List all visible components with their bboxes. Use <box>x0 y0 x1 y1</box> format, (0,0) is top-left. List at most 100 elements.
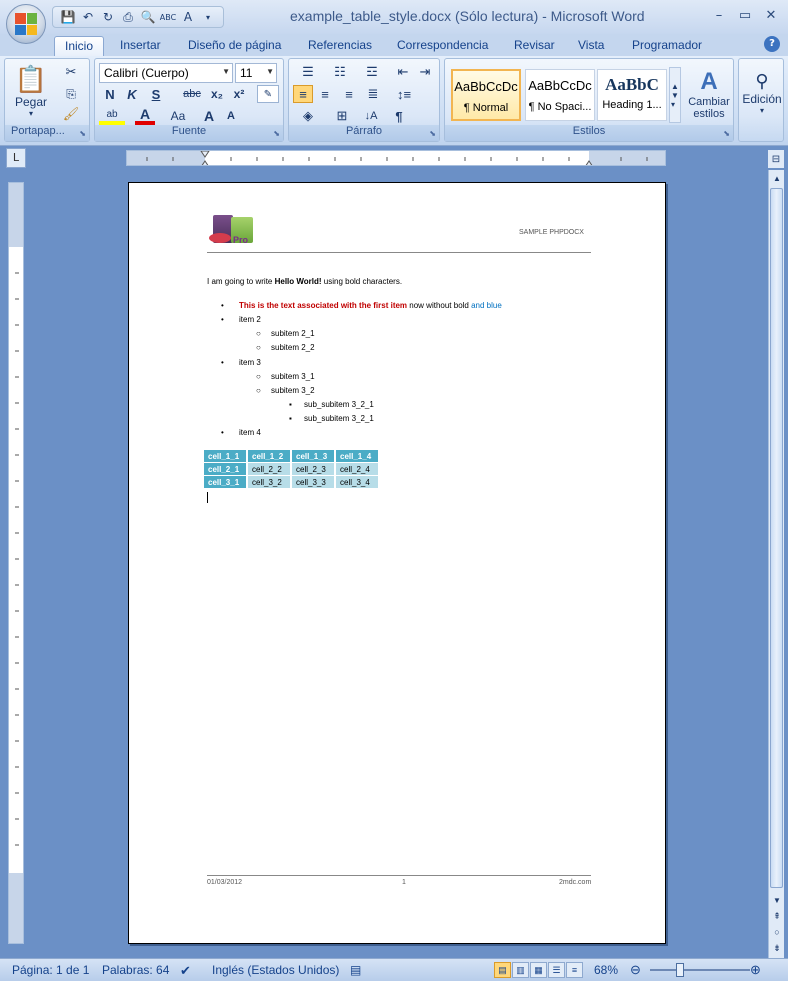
multilevel-list-icon[interactable]: ☲ <box>357 63 387 81</box>
draft-icon[interactable]: ≡ <box>566 962 583 978</box>
web-layout-icon[interactable]: ▦ <box>530 962 547 978</box>
tab-inicio[interactable]: Inicio <box>54 36 105 56</box>
print-icon[interactable]: ⎙ <box>119 8 137 26</box>
dialog-launcher-icon[interactable]: ⬊ <box>79 129 86 138</box>
show-marks-icon[interactable]: ¶ <box>389 107 409 125</box>
vertical-scrollbar[interactable]: ▲ ▼ ⇞ ○ ⇟ <box>768 170 784 958</box>
style-normal[interactable]: AaBbCcDc ¶ Normal <box>451 69 521 121</box>
align-center-icon[interactable]: ≡ <box>315 85 335 103</box>
table-cell[interactable]: cell_1_2 <box>248 450 290 463</box>
outline-icon[interactable]: ☰ <box>548 962 565 978</box>
spelling-icon[interactable]: ABC <box>159 8 177 26</box>
zoom-slider[interactable] <box>650 969 750 971</box>
page-count[interactable]: Página: 1 de 1 <box>12 963 89 977</box>
table-cell[interactable]: cell_1_1 <box>204 450 246 463</box>
format-painter-icon[interactable]: 🖌 <box>61 105 81 123</box>
browse-object-icon[interactable]: ○ <box>769 924 785 940</box>
shrink-font-button[interactable]: A <box>221 107 241 125</box>
italic-button[interactable]: K <box>123 85 141 103</box>
minimize-button[interactable]: – <box>706 4 732 26</box>
prev-page-icon[interactable]: ⇞ <box>769 908 785 924</box>
table-cell[interactable]: cell_2_3 <box>292 463 334 476</box>
style-no-spacing[interactable]: AaBbCcDc ¶ No Spaci... <box>525 69 595 121</box>
full-screen-reading-icon[interactable]: ▥ <box>512 962 529 978</box>
edit-button[interactable]: ⚲ Edición ▾ <box>741 63 783 123</box>
macro-record-icon[interactable]: ▤ <box>350 963 361 977</box>
tab-vista[interactable]: Vista <box>568 36 614 56</box>
table-cell[interactable]: cell_2_4 <box>336 463 378 476</box>
help-icon[interactable]: ? <box>764 36 780 52</box>
align-left-icon[interactable]: ≡ <box>293 85 313 103</box>
zoom-level[interactable]: 68% <box>594 963 618 977</box>
close-button[interactable]: ✕ <box>758 4 784 26</box>
format-icon[interactable]: A <box>179 8 197 26</box>
change-styles-button[interactable]: A Cambiar estilos <box>685 61 733 127</box>
dialog-launcher-icon[interactable]: ⬊ <box>723 129 730 138</box>
paste-button[interactable]: 📋 Pegar ▾ <box>11 61 51 121</box>
line-spacing-icon[interactable]: ↕≡ <box>389 85 419 103</box>
sort-icon[interactable]: ↓A <box>361 107 381 125</box>
zoom-slider-thumb[interactable] <box>676 963 684 977</box>
tab-revisar[interactable]: Revisar <box>504 36 565 56</box>
scroll-up-icon[interactable]: ▲ <box>769 170 785 186</box>
bullets-icon[interactable]: ☰ <box>293 63 323 81</box>
table-cell[interactable]: cell_3_1 <box>204 476 246 489</box>
style-heading1[interactable]: AaBbC Heading 1... <box>597 69 667 121</box>
shading-icon[interactable]: ◈ <box>293 107 323 125</box>
table-cell[interactable]: cell_3_3 <box>292 476 334 489</box>
word-count[interactable]: Palabras: 64 <box>102 963 169 977</box>
table-cell[interactable]: cell_3_4 <box>336 476 378 489</box>
proofing-icon[interactable]: ✔ <box>180 963 191 979</box>
grow-font-button[interactable]: A <box>199 107 219 125</box>
undo-icon[interactable]: ↶ <box>79 8 97 26</box>
scroll-thumb[interactable] <box>770 188 783 888</box>
view-ruler-toggle-icon[interactable]: ⊟ <box>768 150 784 168</box>
vertical-ruler[interactable] <box>8 182 24 944</box>
change-case-button[interactable]: Aa <box>165 107 191 125</box>
redo-icon[interactable]: ↻ <box>99 8 117 26</box>
table-cell[interactable]: cell_2_1 <box>204 463 246 476</box>
borders-icon[interactable]: ⊞ <box>327 107 357 125</box>
tab-programador[interactable]: Programador <box>622 36 712 56</box>
tab-referencias[interactable]: Referencias <box>298 36 382 56</box>
decrease-indent-icon[interactable]: ⇤ <box>393 63 413 81</box>
tab-correspondencia[interactable]: Correspondencia <box>387 36 498 56</box>
strikethrough-button[interactable]: abc <box>179 85 205 103</box>
table-cell[interactable]: cell_3_2 <box>248 476 290 489</box>
table-cell[interactable]: cell_1_4 <box>336 450 378 463</box>
underline-button[interactable]: S <box>147 85 165 103</box>
table-cell[interactable]: cell_1_3 <box>292 450 334 463</box>
horizontal-ruler[interactable] <box>126 150 666 166</box>
tab-selector[interactable]: L <box>6 148 26 168</box>
font-color-icon[interactable]: A <box>135 106 155 125</box>
tab-insertar[interactable]: Insertar <box>110 36 171 56</box>
numbering-icon[interactable]: ☷ <box>325 63 355 81</box>
superscript-button[interactable]: x² <box>229 85 249 103</box>
highlight-icon[interactable]: ab <box>99 107 125 125</box>
next-page-icon[interactable]: ⇟ <box>769 940 785 956</box>
zoom-in-icon[interactable]: ⊕ <box>750 962 761 978</box>
print-layout-icon[interactable]: ▤ <box>494 962 511 978</box>
print-preview-icon[interactable]: 🔍 <box>139 8 157 26</box>
clear-format-icon[interactable]: ✎ <box>257 85 279 103</box>
maximize-button[interactable]: ▭ <box>732 4 758 26</box>
cut-icon[interactable]: ✂ <box>61 63 81 81</box>
dialog-launcher-icon[interactable]: ⬊ <box>273 129 280 138</box>
customize-qat-icon[interactable]: ▾ <box>199 8 217 26</box>
increase-indent-icon[interactable]: ⇥ <box>415 63 435 81</box>
office-button[interactable] <box>6 4 46 44</box>
justify-icon[interactable]: ≣ <box>363 85 383 103</box>
align-right-icon[interactable]: ≡ <box>339 85 359 103</box>
bold-button[interactable]: N <box>101 85 119 103</box>
copy-icon[interactable]: ⎘ <box>61 85 81 103</box>
zoom-out-icon[interactable]: ⊖ <box>630 962 641 978</box>
font-name-combo[interactable]: Calibri (Cuerpo) ▼ <box>99 63 233 83</box>
document-page[interactable]: Pro SAMPLE PHPDOCX I am going to write H… <box>128 182 666 944</box>
save-icon[interactable]: 💾 <box>59 8 77 26</box>
dialog-launcher-icon[interactable]: ⬊ <box>429 129 436 138</box>
tab-diseno-pagina[interactable]: Diseño de página <box>178 36 291 56</box>
styles-scroll[interactable]: ▲ ▼ ▾ <box>669 67 681 123</box>
language-status[interactable]: Inglés (Estados Unidos) <box>212 963 339 977</box>
subscript-button[interactable]: x₂ <box>207 85 227 103</box>
font-size-combo[interactable]: 11 ▼ <box>235 63 277 83</box>
